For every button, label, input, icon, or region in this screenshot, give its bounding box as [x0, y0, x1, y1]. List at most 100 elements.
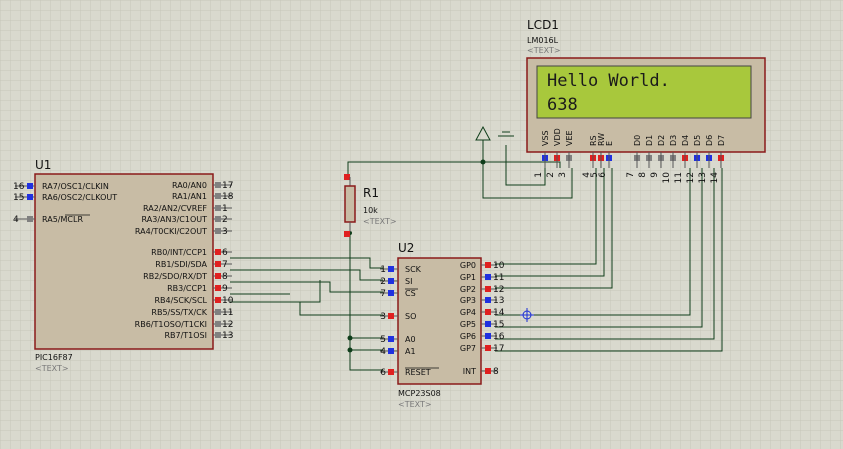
u1-pin-label: RB2/SDO/RX/DT: [143, 272, 207, 281]
u2-pin-marker: [485, 297, 491, 303]
lcd-pin-label: D4: [681, 135, 690, 146]
lcd-pin-label: E: [605, 141, 614, 146]
u2-pin-number: 5: [380, 335, 386, 345]
lcd-pin-number: 6: [598, 172, 608, 178]
u1-pin-number: 15: [13, 193, 24, 203]
lcd-pin-label: D0: [633, 135, 642, 146]
u1-pin-label: RB7/T1OSI: [164, 331, 207, 340]
u2-pin-number: 7: [380, 289, 386, 299]
u1-pin-number: 6: [222, 248, 228, 258]
lcd-ref: LCD1: [527, 18, 559, 32]
u1-pin-number: 9: [222, 284, 228, 294]
lcd-pin-label: D1: [645, 135, 654, 146]
u1-pin-number: 18: [222, 192, 234, 202]
u1-pin-marker: [27, 194, 33, 200]
lcd-pin-label: D6: [705, 135, 714, 146]
r1-pin-bottom: [344, 231, 350, 237]
u2-pin-label: CS: [405, 289, 416, 298]
lcd-pin-label: D2: [657, 135, 666, 146]
u1-pin-label: RA4/T0CKI/C2OUT: [135, 227, 207, 236]
lcd-pin-label: D5: [693, 135, 702, 146]
u1-pin-marker: [215, 332, 221, 338]
u2-pin-number: 15: [493, 320, 504, 330]
u1-pin-number: 8: [222, 272, 228, 282]
u1-pin-label: RA6/OSC2/CLKOUT: [42, 193, 117, 202]
u1-ref: U1: [35, 158, 51, 172]
u2-pin-marker: [388, 369, 394, 375]
u2-pin-marker: [485, 368, 491, 374]
u2-pin-marker: [388, 313, 394, 319]
u2-pin-marker: [388, 290, 394, 296]
u2-pin-number: 6: [380, 368, 386, 378]
u2-pin-number: 8: [493, 367, 499, 377]
u2-pin-label: SCK: [405, 265, 422, 274]
u2-pin-label: GP2: [460, 285, 476, 294]
lcd-pin-number: 10: [662, 172, 672, 184]
u2-pin-number: 4: [380, 347, 386, 357]
r1-value: 10k: [363, 206, 378, 215]
lcd-pin-number: 3: [558, 172, 568, 178]
u1-component[interactable]: U1 PIC16F87 <TEXT> 16 RA7/OSC1/CLKIN15 RA6…: [13, 158, 234, 373]
u2-pin-number: 12: [493, 285, 504, 295]
u2-pin-marker: [485, 274, 491, 280]
lcd-pin-label: D7: [717, 135, 726, 146]
lcd-pin-label: D3: [669, 135, 678, 146]
u2-ref: U2: [398, 241, 414, 255]
u1-pin-label: RB6/T1OSO/T1CKI: [135, 320, 207, 329]
u1-pin-label: RA3/AN3/C1OUT: [142, 215, 208, 224]
lcd-pin-number: 13: [698, 172, 708, 183]
u2-pin-label: GP3: [460, 296, 476, 305]
lcd-pin-label: VEE: [565, 130, 574, 146]
u2-pin-number: 3: [380, 312, 386, 322]
u1-pin-number: 11: [222, 308, 233, 318]
u1-pin-number: 10: [222, 296, 234, 306]
u1-pin-label: RA1/AN1: [172, 192, 207, 201]
u1-pin-number: 16: [13, 182, 25, 192]
junction-dot: [480, 159, 486, 165]
u2-pin-label: RESET: [405, 368, 431, 377]
u1-pin-marker: [215, 228, 221, 234]
lcd-pin-number: 7: [626, 172, 636, 178]
u2-pin-number: 1: [380, 265, 386, 275]
u2-pin-marker: [485, 333, 491, 339]
u1-pin-marker: [215, 321, 221, 327]
u2-pin-number: 17: [493, 344, 504, 354]
u1-pin-label: RB1/SDI/SDA: [155, 260, 207, 269]
u1-pin-marker: [215, 309, 221, 315]
lcd-pin-label: VSS: [541, 130, 550, 146]
u2-pin-marker: [485, 286, 491, 292]
lcd-pin-number: 9: [650, 172, 660, 178]
schematic-canvas[interactable]: LCD1 LM016L <TEXT> Hello World. 638 VSS1…: [0, 0, 843, 449]
lcd-pin-number: 11: [674, 172, 684, 183]
u2-pin-label: GP1: [460, 273, 476, 282]
u1-pin-marker: [215, 285, 221, 291]
u1-pin-number: 7: [222, 260, 228, 270]
u1-pin-label: RA7/OSC1/CLKIN: [42, 182, 109, 191]
u1-text-tag: <TEXT>: [35, 364, 69, 373]
u2-pin-marker: [485, 345, 491, 351]
u1-pin-marker: [215, 273, 221, 279]
u1-pin-marker: [27, 183, 33, 189]
lcd-text-tag: <TEXT>: [527, 46, 561, 55]
u1-pin-marker: [215, 205, 221, 211]
u2-pin-marker: [485, 262, 491, 268]
u2-part: MCP23S08: [398, 389, 441, 398]
u2-pin-label: GP5: [460, 320, 476, 329]
u2-pin-number: 13: [493, 296, 504, 306]
u1-pin-number: 1: [222, 204, 228, 214]
r1-text-tag: <TEXT>: [363, 217, 397, 226]
lcd-line-2: 638: [547, 95, 578, 115]
r1-pin-top: [344, 174, 350, 180]
u2-pin-marker: [485, 309, 491, 315]
u1-pin-number: 2: [222, 215, 228, 225]
lcd-pin-label: VDD: [553, 128, 562, 146]
u1-pin-label: RB3/CCP1: [167, 284, 207, 293]
u2-pin-marker: [485, 321, 491, 327]
u1-pin-label: RB0/INT/CCP1: [151, 248, 207, 257]
u1-pin-number: 4: [13, 215, 19, 225]
u1-pin-marker: [215, 182, 221, 188]
u1-pin-label: RA0/AN0: [172, 181, 207, 190]
lcd-pin-number: 12: [686, 172, 696, 183]
u2-pin-label: A1: [405, 347, 416, 356]
u1-pin-marker: [215, 249, 221, 255]
